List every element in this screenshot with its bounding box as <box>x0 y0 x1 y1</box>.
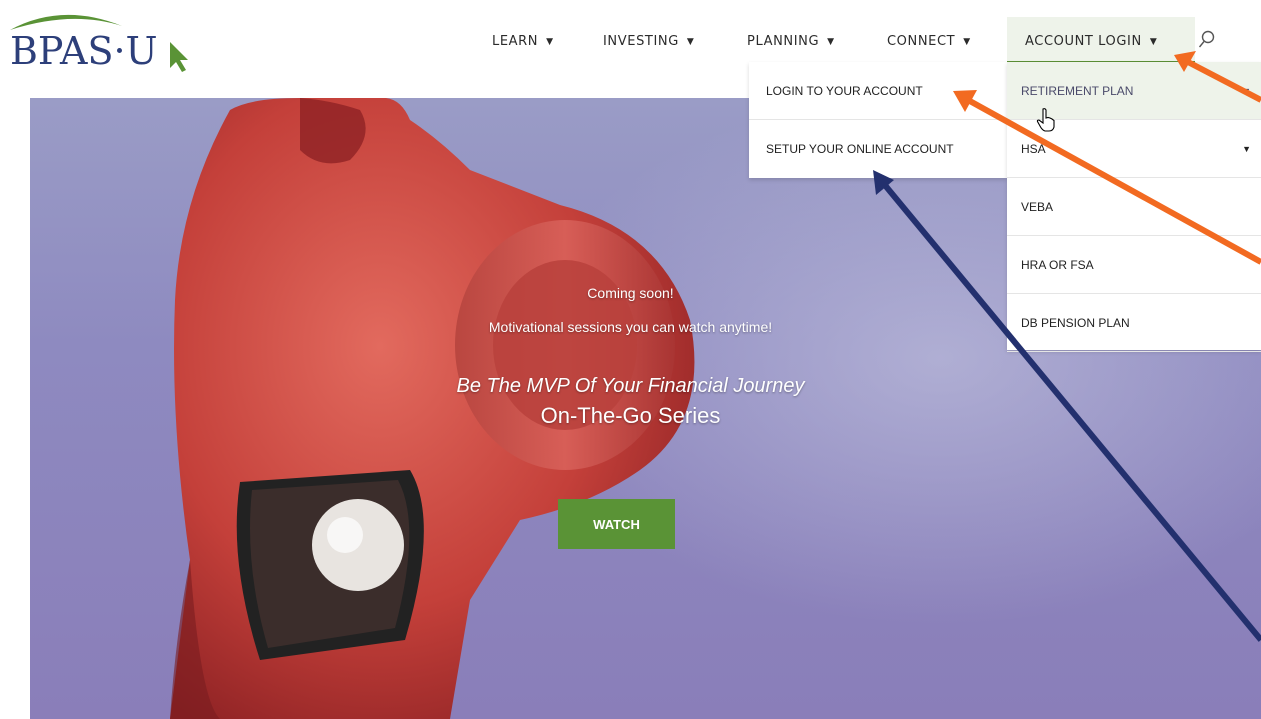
hero-series: On-The-Go Series <box>540 403 721 428</box>
menu-item-setup-online-account[interactable]: SETUP YOUR ONLINE ACCOUNT <box>749 120 1007 178</box>
chevron-down-icon: ▼ <box>827 37 835 47</box>
login-dropdown: LOGIN TO YOUR ACCOUNT SETUP YOUR ONLINE … <box>749 62 1007 178</box>
chevron-down-icon: ▼ <box>963 37 971 47</box>
nav-investing[interactable]: INVESTING ▼ <box>603 34 694 49</box>
menu-item-label: HRA OR FSA <box>1021 257 1094 272</box>
menu-item-label: RETIREMENT PLAN <box>1021 83 1134 98</box>
menu-item-hra-or-fsa[interactable]: HRA OR FSA <box>1007 236 1261 294</box>
chevron-down-icon: ▼ <box>686 37 695 47</box>
menu-item-veba[interactable]: VEBA <box>1007 178 1261 236</box>
nav-connect[interactable]: CONNECT ▼ <box>887 34 971 49</box>
chevron-down-icon: ▼ <box>1242 85 1251 96</box>
hero-headline: Be The MVP Of Your Financial Journey <box>456 375 805 397</box>
watch-button[interactable]: WATCH <box>558 499 675 549</box>
nav-learn[interactable]: LEARN ▼ <box>492 34 554 49</box>
menu-item-login-to-account[interactable]: LOGIN TO YOUR ACCOUNT <box>749 62 1007 120</box>
search-icon[interactable] <box>1198 30 1216 50</box>
bpas-u-logo[interactable]: BPAS·U <box>2 8 212 78</box>
menu-item-db-pension-plan[interactable]: DB PENSION PLAN <box>1007 294 1261 352</box>
chevron-down-icon: ▼ <box>546 37 554 47</box>
menu-item-label: DB PENSION PLAN <box>1021 315 1130 330</box>
menu-item-label: HSA <box>1021 141 1046 156</box>
chevron-down-icon: ▼ <box>1242 143 1251 154</box>
nav-account-login[interactable]: ACCOUNT LOGIN ▼ <box>1025 34 1157 49</box>
nav-planning[interactable]: PLANNING ▼ <box>747 34 835 49</box>
account-type-dropdown: RETIREMENT PLAN ▼ HSA ▼ VEBA HRA OR FSA … <box>1007 62 1261 352</box>
chevron-down-icon: ▼ <box>1149 37 1158 47</box>
logo-text: BPAS·U <box>10 29 158 73</box>
menu-item-label: VEBA <box>1021 199 1054 214</box>
hand-pointer-icon <box>1036 108 1055 132</box>
